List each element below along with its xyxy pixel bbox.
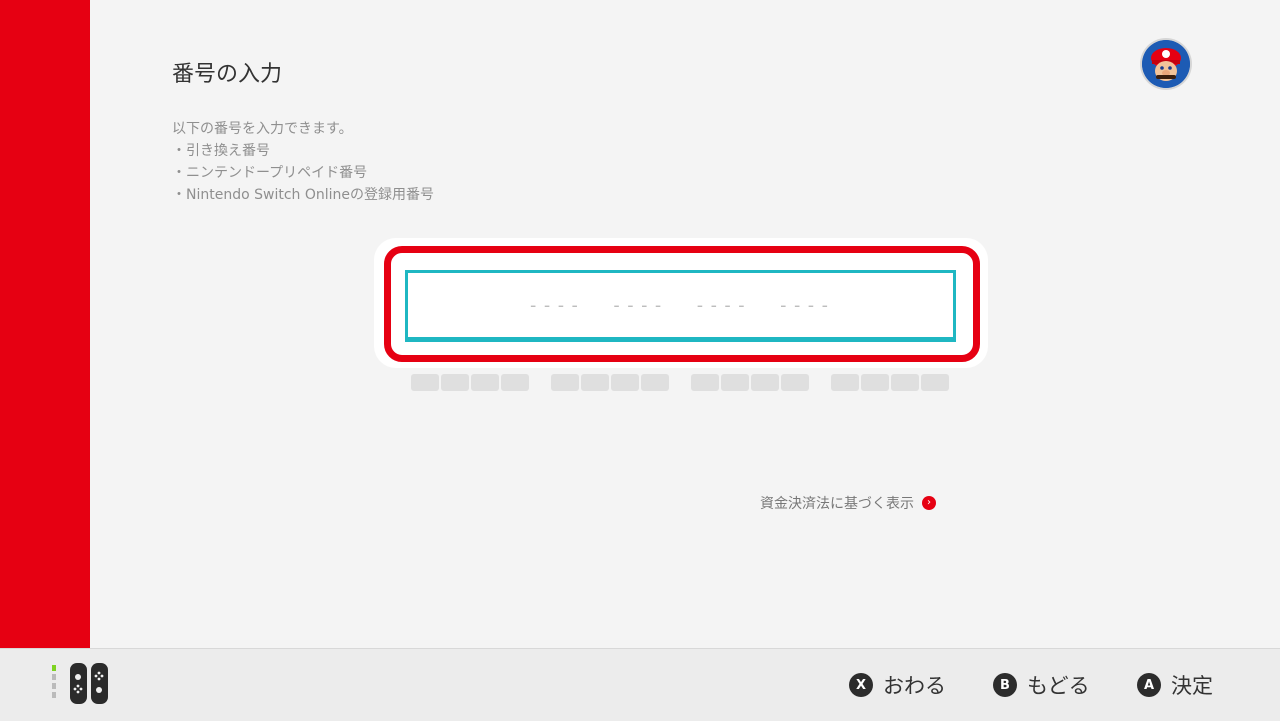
slot [551, 374, 579, 391]
slot [611, 374, 639, 391]
hint-confirm[interactable]: A 決定 [1137, 670, 1213, 700]
legal-notice-label: 資金決済法に基づく表示 [760, 496, 914, 512]
slot [751, 374, 779, 391]
slot [441, 374, 469, 391]
description-item-exchange-code: ・引き換え番号 [172, 143, 270, 159]
slot [501, 374, 529, 391]
description-intro: 以下の番号を入力できます。 [172, 121, 353, 137]
slot [861, 374, 889, 391]
legal-notice-link[interactable]: 資金決済法に基づく表示 › [760, 493, 936, 513]
page-title: 番号の入力 [172, 62, 283, 87]
slot [781, 374, 809, 391]
description-item-prepaid-code: ・ニンテンドープリペイド番号 [172, 165, 368, 181]
b-button-icon: B [993, 673, 1017, 697]
slot [721, 374, 749, 391]
joycon-pair-icon [52, 663, 108, 704]
slot [641, 374, 669, 391]
hint-exit-label: おわる [883, 674, 946, 698]
slot-group [551, 374, 669, 391]
chevron-right-icon: › [922, 496, 936, 510]
x-button-icon: X [849, 673, 873, 697]
slot-group [691, 374, 809, 391]
hint-confirm-label: 決定 [1171, 674, 1213, 698]
mario-avatar-icon [1142, 40, 1190, 88]
slot-group [411, 374, 529, 391]
code-input-field[interactable]: ---- ---- ---- ---- [405, 270, 956, 342]
slot [471, 374, 499, 391]
slot [581, 374, 609, 391]
user-avatar[interactable] [1142, 40, 1190, 88]
hint-exit[interactable]: X おわる [849, 670, 946, 700]
slot [891, 374, 919, 391]
character-slot-indicator [411, 374, 949, 391]
a-button-icon: A [1137, 673, 1161, 697]
slot [921, 374, 949, 391]
slot [831, 374, 859, 391]
hint-back[interactable]: B もどる [993, 670, 1090, 700]
slot [691, 374, 719, 391]
code-group-1: ---- [527, 294, 584, 316]
slot [411, 374, 439, 391]
description-item-online-code: ・Nintendo Switch Onlineの登録用番号 [172, 187, 435, 203]
code-group-3: ---- [694, 294, 750, 316]
code-group-2: ---- [611, 294, 667, 316]
hint-back-label: もどる [1027, 674, 1090, 698]
brand-sidebar-strip [0, 0, 90, 648]
code-group-4: ---- [777, 294, 834, 316]
input-description: 以下の番号を入力できます。 ・引き換え番号 ・ニンテンドープリペイド番号 ・Ni… [172, 118, 434, 206]
slot-group [831, 374, 949, 391]
